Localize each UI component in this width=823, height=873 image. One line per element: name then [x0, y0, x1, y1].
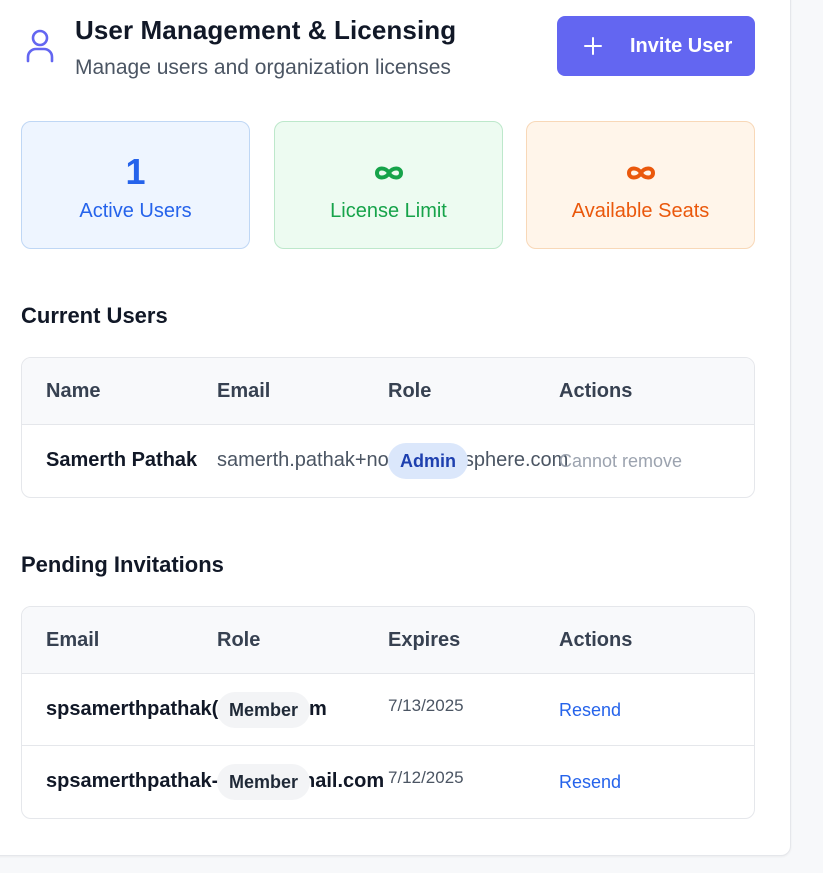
stat-label: Active Users — [79, 200, 192, 222]
invite-user-button[interactable]: Invite User — [557, 16, 755, 76]
stat-card-license-limit: License Limit — [274, 121, 503, 249]
column-header-expires: Expires — [388, 629, 461, 651]
invite-email: spsamerthpathak- — [46, 770, 219, 792]
table-header: Name Email Role Actions — [22, 358, 754, 425]
column-header-actions: Actions — [559, 380, 633, 402]
stat-card-active-users: 1 Active Users — [21, 121, 250, 249]
invite-email-end: nail.com — [303, 770, 385, 792]
column-header-email: Email — [46, 629, 100, 651]
column-header-actions: Actions — [559, 629, 633, 651]
user-name: Samerth Pathak — [46, 449, 198, 471]
role-badge-admin: Admin — [388, 443, 468, 479]
role-badge-member: Member — [217, 692, 311, 728]
user-email: samerth.pathak+no — [217, 449, 389, 471]
page-title: User Management & Licensing — [75, 15, 457, 45]
table-header: Email Role Expires Actions — [22, 607, 754, 674]
table-row: spsamerthpathak- nail.com Member 7/12/20… — [22, 746, 754, 818]
invite-email-end: m — [309, 698, 327, 720]
infinity-icon — [626, 166, 655, 180]
current-users-table: Name Email Role Actions Samerth Pathak s… — [21, 357, 755, 498]
invite-email: spsamerthpathak( — [46, 698, 219, 720]
resend-link[interactable]: Resend — [559, 772, 621, 793]
infinity-icon — [374, 166, 403, 180]
stat-value: 1 — [125, 151, 146, 192]
column-header-email: Email — [217, 380, 271, 402]
role-badge-member: Member — [217, 764, 311, 800]
page-subtitle: Manage users and organization licenses — [75, 56, 451, 79]
stat-label: Available Seats — [571, 200, 710, 222]
invite-user-label: Invite User — [630, 35, 733, 57]
column-header-role: Role — [217, 629, 261, 651]
invite-expires: 7/12/2025 — [388, 768, 464, 787]
user-icon — [26, 29, 54, 63]
column-header-role: Role — [388, 380, 432, 402]
user-email-end: 'sphere.com — [460, 449, 569, 471]
resend-link[interactable]: Resend — [559, 700, 621, 721]
pending-invitations-table: Email Role Expires Actions spsamerthpath… — [21, 606, 755, 819]
table-row: Samerth Pathak samerth.pathak+no 'sphere… — [22, 425, 754, 497]
invite-expires: 7/13/2025 — [388, 696, 464, 715]
table-row: spsamerthpathak( m Member 7/13/2025 Rese… — [22, 674, 754, 746]
plus-icon — [584, 37, 602, 55]
current-users-heading: Current Users — [21, 303, 168, 328]
stat-label: License Limit — [330, 200, 447, 222]
pending-invitations-heading: Pending Invitations — [21, 552, 224, 577]
cannot-remove-text: Cannot remove — [559, 451, 683, 471]
stat-card-available-seats: Available Seats — [526, 121, 755, 249]
column-header-name: Name — [46, 380, 101, 402]
